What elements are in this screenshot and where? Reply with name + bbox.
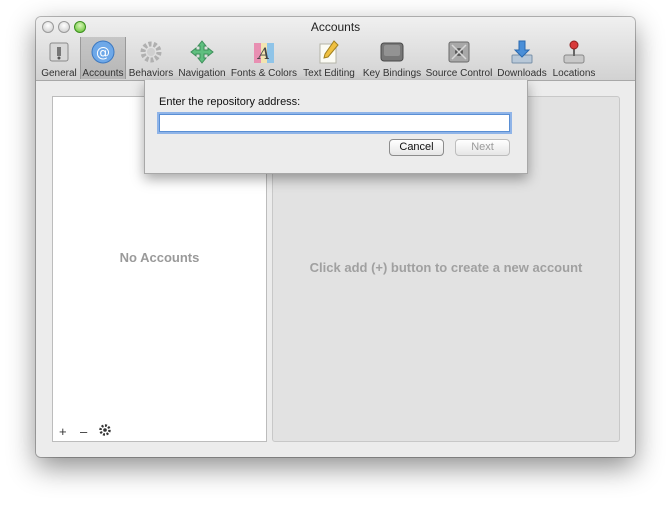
- toolbar-label: Source Control: [425, 68, 493, 79]
- toolbar-label: General: [41, 68, 77, 79]
- general-switch-icon: [46, 39, 72, 65]
- download-icon: [509, 39, 535, 65]
- repository-address-input[interactable]: [159, 114, 510, 132]
- toolbar-navigation[interactable]: Navigation: [176, 37, 228, 79]
- toolbar-label: Key Bindings: [362, 68, 422, 79]
- toolbar-key-bindings[interactable]: Key Bindings: [361, 37, 423, 79]
- titlebar: Accounts General @ Accounts Behaviors Na…: [36, 17, 635, 81]
- empty-list-text: No Accounts: [119, 250, 200, 265]
- action-menu-button[interactable]: [98, 423, 112, 439]
- cancel-button[interactable]: Cancel: [389, 139, 444, 156]
- add-account-button[interactable]: +: [59, 425, 67, 438]
- toolbar-accounts[interactable]: @ Accounts: [80, 37, 126, 79]
- toolbar-label: Downloads: [497, 68, 547, 79]
- toolbar-label: Behaviors: [128, 68, 174, 79]
- pencil-paper-icon: [316, 39, 342, 65]
- repository-address-sheet: Enter the repository address: Cancel Nex…: [144, 80, 528, 174]
- preferences-window: Accounts General @ Accounts Behaviors Na…: [36, 17, 635, 457]
- toolbar-label: Accounts: [82, 68, 124, 79]
- toolbar-label: Fonts & Colors: [230, 68, 298, 79]
- toolbar-locations[interactable]: Locations: [550, 37, 598, 79]
- toolbar-label: Navigation: [178, 68, 226, 79]
- toolbar-general[interactable]: General: [39, 37, 79, 79]
- gears-icon: [138, 39, 164, 65]
- source-control-icon: [446, 39, 472, 65]
- toolbar-source-control[interactable]: Source Control: [425, 37, 493, 79]
- toolbar-text-editing[interactable]: Text Editing: [300, 37, 358, 79]
- repository-address-prompt: Enter the repository address:: [159, 96, 301, 108]
- toolbar-fonts-colors[interactable]: A Fonts & Colors: [230, 37, 298, 79]
- navigation-arrows-icon: [189, 39, 215, 65]
- joystick-icon: [561, 39, 587, 65]
- toolbar-downloads[interactable]: Downloads: [495, 37, 549, 79]
- keyboard-key-icon: [379, 39, 405, 65]
- window-title: Accounts: [310, 20, 361, 34]
- fonts-colors-icon: A: [251, 39, 277, 65]
- gear-icon: [99, 424, 111, 436]
- empty-detail-hint: Click add (+) button to create a new acc…: [309, 260, 583, 275]
- next-button[interactable]: Next: [455, 139, 510, 156]
- toolbar-label: Text Editing: [303, 68, 355, 79]
- toolbar-behaviors[interactable]: Behaviors: [128, 37, 174, 79]
- at-sign-icon: @: [90, 39, 116, 65]
- toolbar-label: Locations: [552, 68, 596, 79]
- svg-text:A: A: [256, 44, 270, 63]
- svg-text:@: @: [96, 45, 110, 61]
- remove-account-button[interactable]: –: [80, 425, 87, 438]
